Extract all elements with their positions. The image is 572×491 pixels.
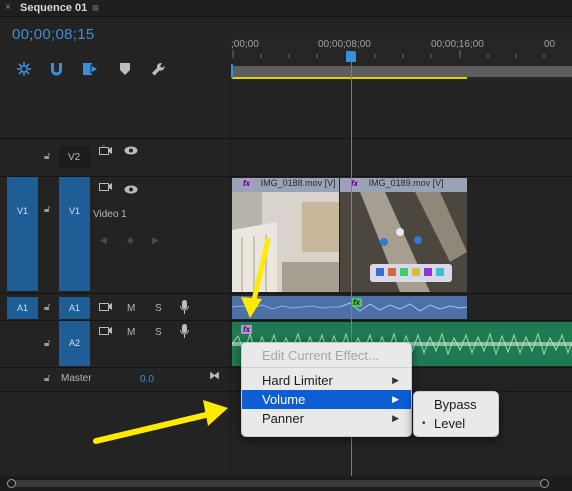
panel-menu-icon[interactable]: ≡	[92, 1, 99, 15]
prev-keyframe-icon[interactable]: ◀	[100, 235, 107, 246]
snap-magnet-icon[interactable]	[50, 62, 63, 79]
track-separator	[0, 138, 572, 139]
lock-icon[interactable]: 🔓︎	[44, 151, 50, 162]
source-patch-label: A1	[16, 303, 28, 313]
fx-badge[interactable]: fx	[351, 298, 363, 307]
menu-separator	[242, 367, 411, 368]
track-label-v1: V1	[68, 206, 80, 216]
lock-icon[interactable]: 🔓︎	[44, 204, 50, 215]
clip-name: IMG_0188.mov [V]	[260, 178, 336, 188]
master-volume-value[interactable]: 0.0	[140, 374, 154, 385]
menu-item-hard-limiter[interactable]: Hard Limiter ▶	[242, 371, 411, 390]
track-label-a2: A2	[68, 338, 80, 348]
submenu-item-level[interactable]: • Level	[414, 414, 498, 433]
source-patch-a1[interactable]: A1	[7, 297, 38, 319]
sync-lock-icon[interactable]	[99, 181, 112, 195]
next-keyframe-icon[interactable]: ▶	[152, 235, 159, 246]
microphone-icon[interactable]	[180, 324, 189, 341]
submenu-arrow-icon: ▶	[392, 413, 399, 423]
fx-badge[interactable]: fx	[241, 179, 253, 188]
video-clip-header[interactable]: fx IMG_0188.mov [V]	[232, 178, 339, 192]
clip-thumbnail-img0188[interactable]	[232, 192, 339, 292]
menu-item-label: Level	[434, 416, 466, 431]
solo-button[interactable]: S	[155, 327, 162, 338]
scrollbar-right-handle[interactable]	[540, 479, 549, 488]
lock-icon[interactable]: 🔓︎	[44, 302, 50, 313]
menu-item-panner[interactable]: Panner ▶	[242, 409, 411, 428]
clip-context-menu: Edit Current Effect... Hard Limiter ▶ Vol…	[241, 342, 412, 437]
audio-clip-a1[interactable]	[231, 296, 468, 319]
in-point-marker	[231, 64, 233, 78]
eye-icon[interactable]	[124, 146, 138, 158]
work-area-bar[interactable]	[232, 66, 572, 77]
volume-submenu: Bypass • Level	[413, 391, 499, 437]
linked-selection-icon[interactable]	[83, 62, 100, 79]
master-track-label: Master	[61, 373, 92, 384]
solo-button[interactable]: S	[155, 303, 162, 314]
track-separator	[0, 293, 572, 294]
ruler-label-16s: 00;00;16;00	[431, 39, 484, 50]
sync-lock-icon[interactable]	[99, 301, 112, 315]
track-target-a1[interactable]: A1	[59, 297, 90, 319]
scrollbar-thumb[interactable]	[10, 480, 545, 487]
ruler-label-24s: 00	[544, 39, 556, 50]
sync-lock-icon[interactable]	[99, 325, 112, 339]
render-status-bar	[232, 77, 467, 79]
video-clip-header[interactable]: fx IMG_0189.mov [V]	[340, 178, 467, 192]
master-collapse-icon[interactable]: ⧓	[209, 369, 220, 382]
fx-badge[interactable]: fx	[241, 325, 253, 334]
menu-item-volume[interactable]: Volume ▶	[242, 390, 411, 409]
annotation-arrowhead	[203, 400, 228, 426]
playhead-timecode[interactable]: 00;00;08;15	[12, 26, 95, 43]
nest-sequence-icon[interactable]	[17, 62, 31, 79]
close-tab-icon[interactable]: ×	[5, 2, 11, 13]
mute-button[interactable]: M	[127, 303, 135, 314]
wrench-settings-icon[interactable]	[151, 62, 166, 80]
submenu-item-bypass[interactable]: Bypass	[414, 395, 498, 414]
track-target-a2[interactable]: A2	[59, 321, 90, 366]
clip-name: IMG_0189.mov [V]	[368, 178, 444, 188]
lock-icon[interactable]: 🔓︎	[44, 373, 50, 384]
track-name-video-1: Video 1	[93, 209, 127, 220]
source-patch-v1[interactable]: V1	[7, 177, 38, 291]
microphone-icon[interactable]	[180, 300, 189, 317]
horizontal-scrollbar[interactable]	[0, 476, 572, 491]
checked-bullet-icon: •	[422, 418, 426, 429]
menu-item-edit-current-effect: Edit Current Effect...	[262, 348, 379, 363]
track-label-a1: A1	[68, 303, 80, 313]
sync-lock-icon[interactable]	[99, 144, 112, 159]
ruler-label-8s: 00;00;08;00	[318, 39, 371, 50]
eye-icon[interactable]	[124, 185, 138, 197]
menu-item-label: Volume	[262, 392, 306, 407]
add-marker-icon[interactable]	[120, 63, 130, 78]
scrollbar-left-handle[interactable]	[7, 479, 16, 488]
add-keyframe-icon[interactable]: ◆	[127, 235, 134, 246]
menu-item-label: Panner	[262, 411, 304, 426]
lock-icon[interactable]: 🔓︎	[44, 338, 50, 349]
ruler-label-start: ;00;00	[231, 39, 259, 50]
clip-thumbnail-img0189[interactable]	[340, 192, 467, 292]
source-patch-label: V1	[16, 206, 28, 216]
mute-button[interactable]: M	[127, 327, 135, 338]
header-divider	[230, 80, 231, 476]
track-target-v1[interactable]: V1	[59, 177, 90, 291]
ruler-ticks	[232, 50, 545, 58]
submenu-arrow-icon: ▶	[392, 375, 399, 385]
sequence-tab-title[interactable]: Sequence 01	[20, 2, 87, 14]
submenu-arrow-icon: ▶	[392, 394, 399, 404]
menu-item-label: Hard Limiter	[262, 373, 333, 388]
track-label-v2: V2	[68, 152, 81, 163]
annotation-arrow-line	[93, 411, 213, 444]
